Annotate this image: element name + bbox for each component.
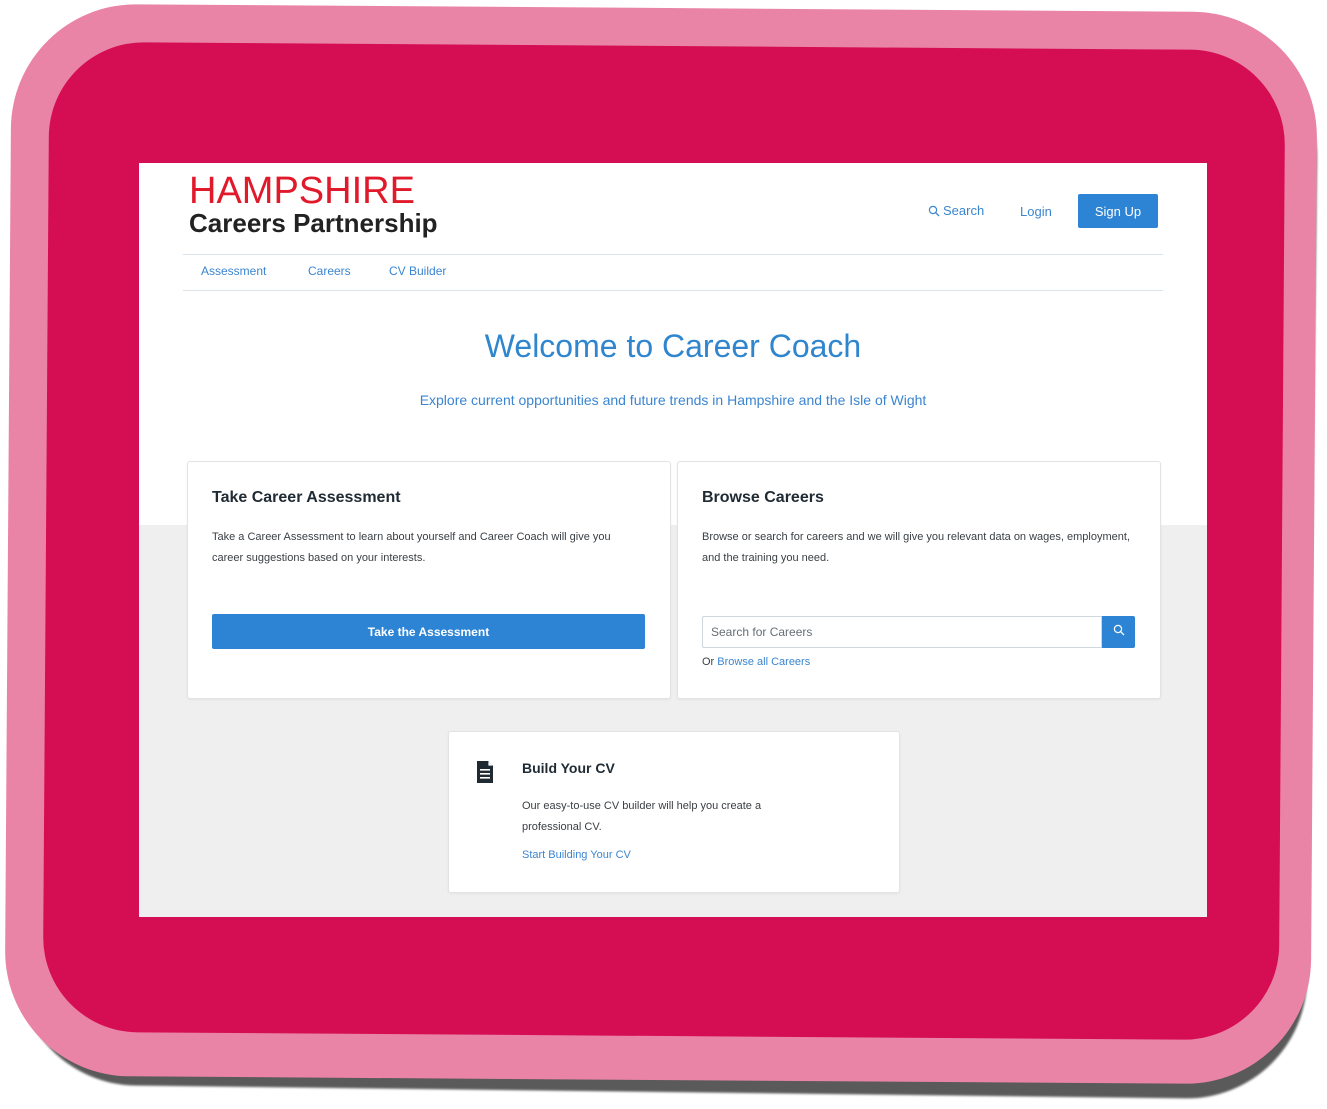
main-nav: Assessment Careers CV Builder: [183, 254, 1163, 291]
hero-title: Welcome to Career Coach: [484, 328, 862, 364]
assessment-card-title: Take Career Assessment: [212, 489, 401, 506]
sign-up-button[interactable]: Sign Up: [1078, 194, 1158, 228]
nav-item-careers[interactable]: Careers: [308, 264, 351, 278]
document-icon: [476, 760, 494, 789]
build-cv-card: Build Your CV Our easy-to-use CV builder…: [448, 731, 900, 893]
take-assessment-button[interactable]: Take the Assessment: [212, 614, 645, 649]
browse-careers-card: Browse Careers Browse or search for care…: [677, 461, 1161, 699]
logo-hampshire[interactable]: HAMPSHIRE: [189, 171, 415, 211]
browse-card-text: Browse or search for careers and we will…: [702, 531, 1130, 564]
browse-all-careers-link[interactable]: Browse all Careers: [717, 656, 810, 668]
search-icon: [1113, 623, 1125, 641]
start-building-cv-link[interactable]: Start Building Your CV: [522, 849, 631, 861]
stage: HAMPSHIRE Careers Partnership Search Log…: [0, 0, 1327, 1109]
assessment-card: Take Career Assessment Take a Career Ass…: [187, 461, 671, 699]
career-search-input[interactable]: [702, 616, 1102, 648]
or-label: Or: [702, 656, 715, 668]
career-search-button[interactable]: [1102, 616, 1135, 648]
login-link[interactable]: Login: [1020, 204, 1052, 219]
search-icon: [928, 205, 940, 217]
nav-item-assessment[interactable]: Assessment: [201, 264, 266, 278]
tablet-screen: HAMPSHIRE Careers Partnership Search Log…: [139, 163, 1207, 917]
hero-subtitle: Explore current opportunities and future…: [419, 392, 927, 408]
browse-card-title: Browse Careers: [702, 489, 824, 506]
cv-card-text: Our easy-to-use CV builder will help you…: [522, 800, 762, 833]
nav-item-cv-builder[interactable]: CV Builder: [389, 264, 446, 278]
cv-card-title: Build Your CV: [522, 760, 615, 776]
header-search-label: Search: [943, 203, 985, 218]
assessment-card-text: Take a Career Assessment to learn about …: [212, 531, 611, 564]
browse-all-line: Or Browse all Careers: [702, 656, 810, 668]
header-search-link[interactable]: Search: [928, 203, 984, 218]
logo-careers-partnership[interactable]: Careers Partnership: [189, 209, 438, 237]
